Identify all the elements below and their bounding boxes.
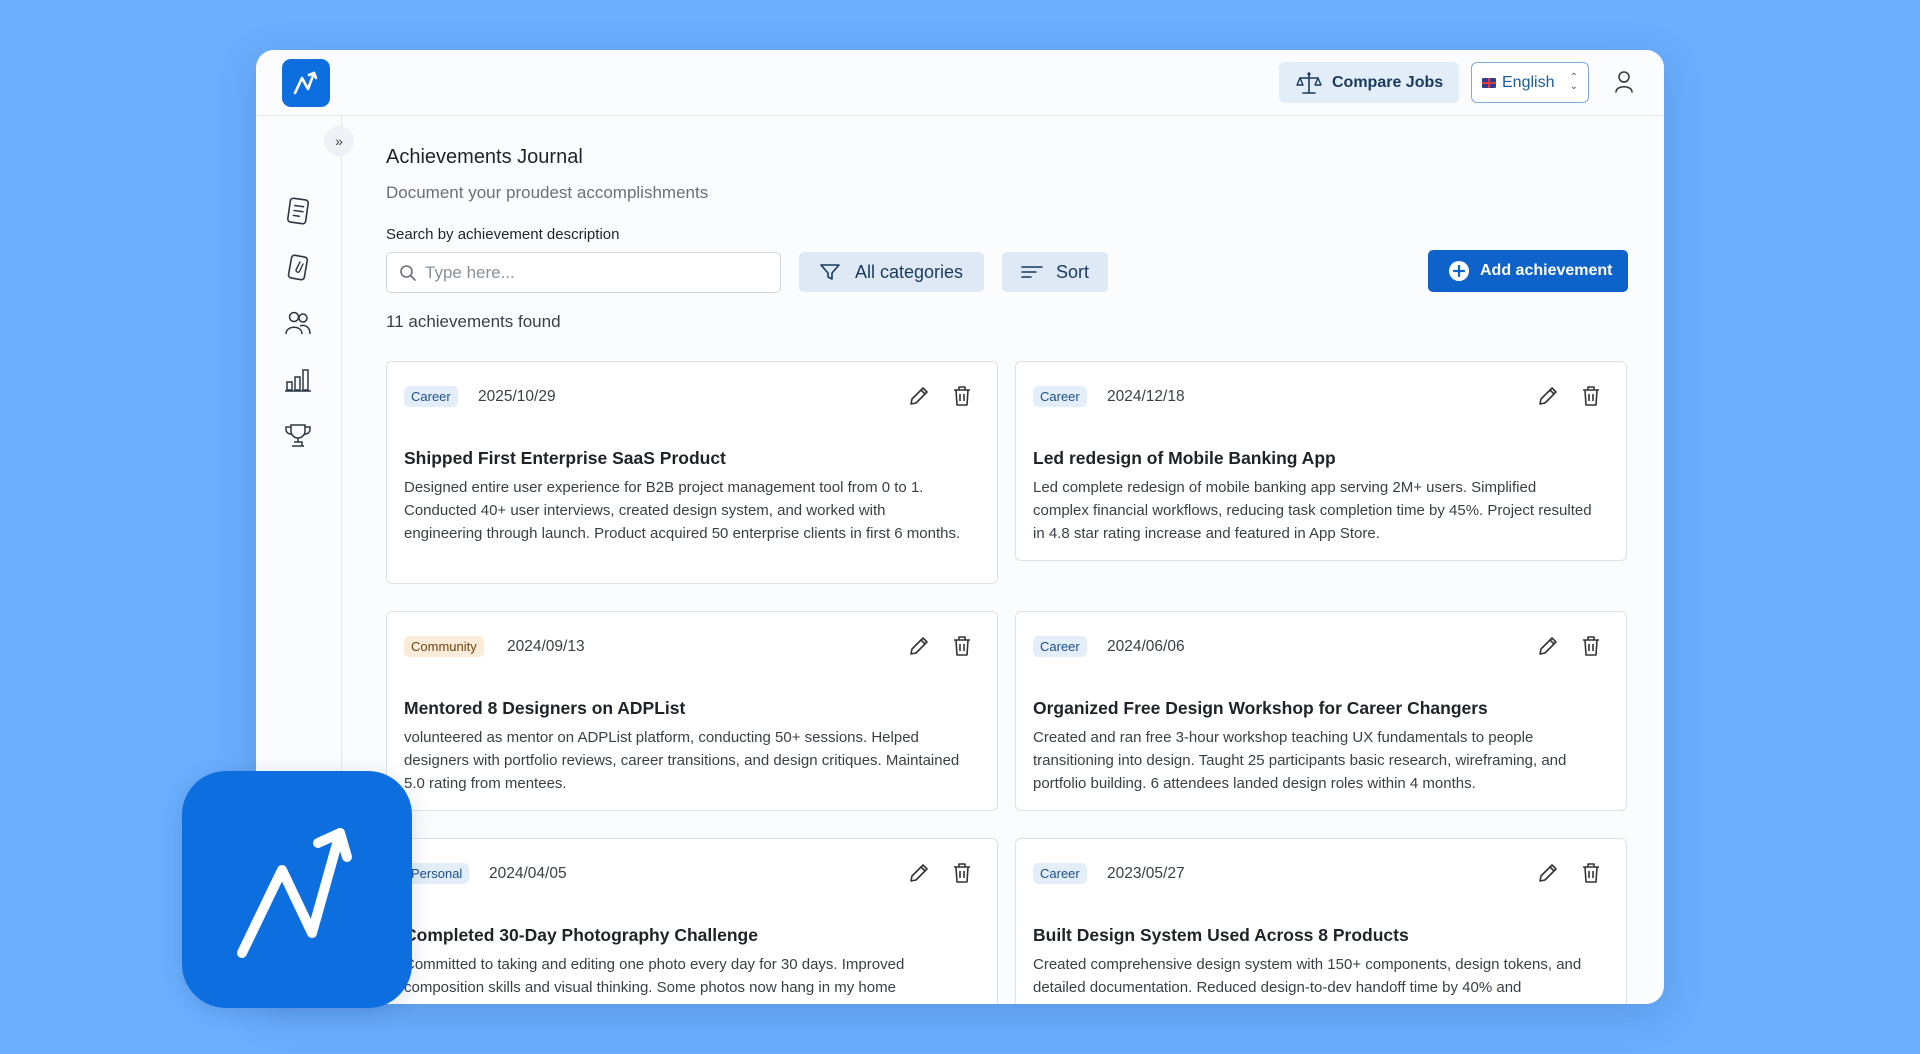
achievement-date: 2024/06/06 [1107,638,1185,655]
logo-mark-icon [293,71,318,95]
achievement-description: volunteered as mentor on ADPList platfor… [404,729,960,792]
edit-icon[interactable] [1536,861,1560,890]
category-badge: Career [404,386,458,407]
category-badge: Career [1033,636,1087,657]
select-caret-icon: ⌃ ⌄ [1569,72,1578,92]
categories-label: All categories [855,261,964,282]
category-badge: Career [1033,386,1087,407]
achievement-date: 2024/12/18 [1107,388,1185,405]
edit-icon[interactable] [907,634,931,663]
sort-button[interactable]: Sort [1002,252,1108,292]
filter-icon [820,264,840,280]
achievement-description: Designed entire user experience for B2B … [404,479,961,542]
app-window: Compare Jobs English ⌃ ⌄ » Achievements … [256,50,1664,1004]
category-badge: Career [1033,863,1087,884]
search-box [386,252,781,293]
category-badge: Community [404,636,484,657]
edit-icon[interactable] [907,384,931,413]
clipboard-attachment-icon [287,254,309,281]
categories-filter-button[interactable]: All categories [799,252,984,292]
achievement-description: Led complete redesign of mobile banking … [1033,479,1592,542]
compare-jobs-button[interactable]: Compare Jobs [1279,62,1459,103]
achievement-description: Created and ran free 3-hour workshop tea… [1033,729,1567,792]
achievement-title: Shipped First Enterprise SaaS Product [404,448,726,468]
add-achievement-label: Add achievement [1480,262,1613,279]
sort-lines-icon [1021,266,1043,278]
achievement-card[interactable]: Career 2024/12/18 Led redesign of Mobile… [1015,361,1627,561]
achievement-card[interactable]: Community 2024/09/13 Mentored 8 Designer… [386,611,998,811]
category-badge: Personal [404,863,470,884]
compare-jobs-label: Compare Jobs [1332,73,1444,91]
search-label: Search by achievement description [386,226,620,243]
achievement-card[interactable]: Career 2023/05/27 Built Design System Us… [1015,838,1627,1004]
achievement-title: Led redesign of Mobile Banking App [1033,448,1336,468]
delete-icon[interactable] [950,384,974,413]
search-icon [400,264,416,281]
achievement-card[interactable]: Career 2025/10/29 Shipped First Enterpri… [386,361,998,584]
top-bar: Compare Jobs English ⌃ ⌄ [256,50,1664,116]
language-label: English [1502,73,1555,91]
achievement-title: Mentored 8 Designers on ADPList [404,698,686,718]
achievement-description: Committed to taking and editing one phot… [404,956,905,996]
scale-icon [1296,71,1322,94]
sidebar-item-achievements[interactable] [283,420,313,450]
sidebar-item-documents[interactable] [283,252,313,282]
people-icon [285,311,311,335]
achievement-card[interactable]: Personal 2024/04/05 Completed 30-Day Pho… [386,838,998,1004]
document-list-icon [287,197,309,225]
results-count: 11 achievements found [386,312,561,331]
delete-icon[interactable] [1579,861,1603,890]
achievement-date: 2025/10/29 [478,388,556,405]
achievement-title: Completed 30-Day Photography Challenge [404,925,758,945]
sort-label: Sort [1056,261,1090,282]
uk-flag-icon [1482,77,1496,88]
trophy-icon [285,424,311,447]
achievement-date: 2023/05/27 [1107,865,1185,882]
page-title: Achievements Journal [386,146,583,168]
app-logo[interactable] [282,59,330,107]
add-achievement-button[interactable]: Add achievement [1428,250,1628,292]
bar-chart-icon [285,369,311,392]
brand-logo-overlay [182,771,412,1008]
logo-mark-icon [237,827,352,958]
page-subtitle: Document your proudest accomplishments [386,183,709,202]
sidebar-item-network[interactable] [283,308,313,338]
sidebar-item-stats[interactable] [283,364,313,394]
delete-icon[interactable] [1579,384,1603,413]
plus-circle-icon [1449,261,1469,281]
search-input[interactable] [425,262,765,283]
expand-sidebar-button[interactable]: » [324,126,354,156]
main-content: Achievements Journal Document your proud… [386,116,1628,1004]
delete-icon[interactable] [950,861,974,890]
achievement-title: Built Design System Used Across 8 Produc… [1033,925,1409,945]
delete-icon[interactable] [1579,634,1603,663]
user-profile-icon[interactable] [1613,70,1635,99]
delete-icon[interactable] [950,634,974,663]
edit-icon[interactable] [907,861,931,890]
double-chevron-right-icon: » [335,133,343,149]
sidebar-item-journal[interactable] [283,196,313,226]
achievement-date: 2024/09/13 [507,638,585,655]
achievement-date: 2024/04/05 [489,865,567,882]
achievement-description: Created comprehensive design system with… [1033,956,1582,996]
achievement-card[interactable]: Career 2024/06/06 Organized Free Design … [1015,611,1627,811]
achievement-title: Organized Free Design Workshop for Caree… [1033,698,1488,718]
language-select[interactable]: English ⌃ ⌄ [1471,62,1589,103]
edit-icon[interactable] [1536,634,1560,663]
edit-icon[interactable] [1536,384,1560,413]
